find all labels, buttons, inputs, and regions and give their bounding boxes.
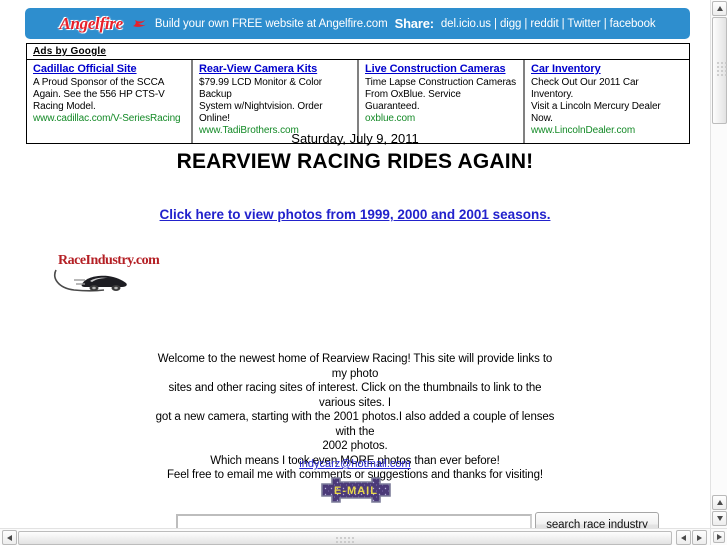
email-link-wrap: indycarz@hotmail.com	[0, 454, 710, 472]
email-address-link[interactable]: indycarz@hotmail.com	[299, 458, 410, 470]
angelfire-banner[interactable]: Angelfire Build your own FREE website at…	[25, 8, 690, 39]
resize-handle[interactable]	[713, 531, 725, 543]
scroll-grip-icon	[717, 62, 727, 76]
welcome-line-2: sites and other racing sites of interest…	[168, 382, 542, 409]
photos-link-wrap: Click here to view photos from 1999, 200…	[0, 206, 710, 224]
search-input[interactable]	[176, 514, 532, 528]
banner-tagline: Build your own FREE website at Angelfire…	[154, 17, 388, 30]
ad-title[interactable]: Rear-View Camera Kits	[199, 63, 351, 75]
ad-line-2: Visit a Lincoln Mercury Dealer Now.	[531, 101, 661, 124]
chevron-right-icon	[697, 534, 702, 541]
scroll-page-up-button[interactable]	[712, 495, 727, 510]
chevron-left-icon	[681, 534, 686, 541]
page-content: Angelfire Build your own FREE website at…	[0, 0, 710, 528]
scroll-right-button[interactable]	[692, 530, 707, 545]
ad-title[interactable]: Live Construction Cameras	[365, 63, 517, 75]
scroll-grip-icon	[336, 537, 354, 543]
scroll-page-left-button[interactable]	[676, 530, 691, 545]
chevron-up-icon	[716, 500, 723, 505]
page-title: REARVIEW RACING RIDES AGAIN!	[176, 150, 534, 173]
chevron-down-icon	[716, 516, 723, 521]
horizontal-scroll-thumb[interactable]	[18, 531, 672, 545]
raceindustry-logo[interactable]: RaceIndustry.com	[52, 252, 170, 296]
photos-seasons-link[interactable]: Click here to view photos from 1999, 200…	[160, 207, 551, 222]
search-row: RaceIndustry.com search race industry	[0, 252, 710, 528]
search-race-industry-button[interactable]: search race industry	[535, 512, 659, 528]
ad-url[interactable]: www.cadillac.com/V-SeriesRacing	[33, 113, 185, 126]
angelfire-logo: Angelfire	[59, 13, 123, 33]
scrollbar-corner	[710, 528, 727, 545]
flame-icon	[132, 18, 148, 29]
welcome-line-1: Welcome to the newest home of Rearview R…	[157, 353, 553, 380]
ad-line-1: Time Lapse Construction Cameras	[365, 77, 517, 88]
scroll-left-button[interactable]	[2, 530, 17, 545]
browser-viewport: Angelfire Build your own FREE website at…	[0, 0, 727, 545]
scroll-up-button[interactable]	[712, 1, 727, 16]
email-graphic-button[interactable]: E-MAIL	[318, 475, 394, 505]
ad-title[interactable]: Car Inventory	[531, 63, 683, 75]
google-ads-table: Ads by Google Cadillac Official Site A P…	[26, 43, 690, 144]
ad-line-1: A Proud Sponsor of the SCCA	[33, 77, 165, 88]
vertical-scrollbar[interactable]	[710, 0, 727, 528]
date-line: Saturday, July 9, 2011	[291, 131, 419, 146]
svg-text:E-MAIL: E-MAIL	[334, 485, 378, 497]
share-links[interactable]: del.icio.us | digg | reddit | Twitter | …	[441, 18, 656, 30]
raceindustry-logo-text: RaceIndustry.com	[58, 253, 160, 268]
vertical-scroll-thumb[interactable]	[712, 17, 727, 124]
ad-line-2: From OxBlue. Service Guaranteed.	[365, 89, 461, 112]
ad-url[interactable]: oxblue.com	[365, 113, 517, 126]
share-label: Share:	[394, 16, 434, 31]
ad-line-3: Racing Model.	[33, 101, 96, 112]
ads-by-google-label[interactable]: Ads by Google	[27, 44, 689, 60]
welcome-line-3: got a new camera, starting with the 2001…	[155, 411, 555, 438]
ad-title[interactable]: Cadillac Official Site	[33, 63, 185, 75]
ad-line-2: Again. See the 556 HP CTS-V	[33, 89, 165, 100]
chevron-left-icon	[7, 534, 12, 541]
welcome-line-4: 2002 photos.	[322, 440, 388, 452]
ad-line-1: $79.99 LCD Monitor & Color Backup	[199, 77, 323, 100]
ad-line-1: Check Out Our 2011 Car Inventory.	[531, 77, 639, 100]
ad-line-2: System w/Nightvision. Order Online!	[199, 101, 323, 124]
chevron-up-icon	[716, 6, 723, 11]
horizontal-scrollbar[interactable]	[0, 528, 710, 545]
scroll-down-button[interactable]	[712, 511, 727, 526]
resize-arrow-icon	[716, 534, 722, 540]
